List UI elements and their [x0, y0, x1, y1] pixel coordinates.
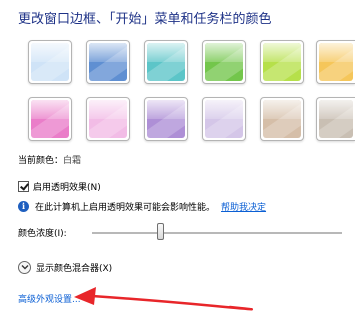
color-swatch-lavender[interactable]: [144, 97, 188, 141]
current-color-row: 当前颜色：白霜: [18, 153, 81, 166]
color-swatch-leaf[interactable]: [202, 40, 246, 84]
transparency-row[interactable]: 启用透明效果(N): [18, 179, 101, 193]
current-color-value: 白霜: [63, 156, 82, 166]
color-intensity-slider-thumb[interactable]: [156, 223, 164, 240]
color-mixer-toggle[interactable]: 显示颜色混合器(X): [18, 259, 112, 275]
chevron-down-icon[interactable]: [18, 260, 31, 274]
color-swatch-taupe[interactable]: [202, 97, 246, 141]
performance-info-row: i 在此计算机上启用透明效果可能会影响性能。 帮助我决定: [18, 199, 266, 213]
current-color-label: 当前颜色：: [18, 156, 64, 166]
color-swatch-sky[interactable]: [28, 40, 72, 84]
color-intensity-slider-track[interactable]: [92, 232, 342, 235]
color-swatch-chocolate[interactable]: [260, 97, 304, 141]
advanced-appearance-link[interactable]: 高级外观设置...: [18, 292, 81, 305]
color-intensity-label: 颜色浓度(I):: [18, 229, 67, 239]
color-swatch-twilight[interactable]: [86, 40, 130, 84]
color-swatch-lime[interactable]: [260, 40, 304, 84]
color-swatch-blush[interactable]: [28, 97, 72, 141]
color-mixer-label[interactable]: 显示颜色混合器(X): [36, 261, 112, 274]
color-swatch-slate[interactable]: [316, 97, 355, 141]
checkmark-icon: [20, 180, 29, 191]
transparency-label[interactable]: 启用透明效果(N): [33, 180, 101, 193]
page-title: 更改窗口边框、「开始」菜单和任务栏的颜色: [18, 12, 272, 27]
color-swatch-violet[interactable]: [86, 97, 130, 141]
color-swatch-pumpkin[interactable]: [316, 40, 355, 84]
performance-info-text: 在此计算机上启用透明效果可能会影响性能。: [35, 202, 216, 213]
help-me-decide-link[interactable]: 帮助我决定: [221, 200, 266, 213]
info-icon: i: [18, 200, 29, 212]
transparency-checkbox[interactable]: [18, 180, 29, 192]
color-swatch-sea[interactable]: [144, 40, 188, 84]
